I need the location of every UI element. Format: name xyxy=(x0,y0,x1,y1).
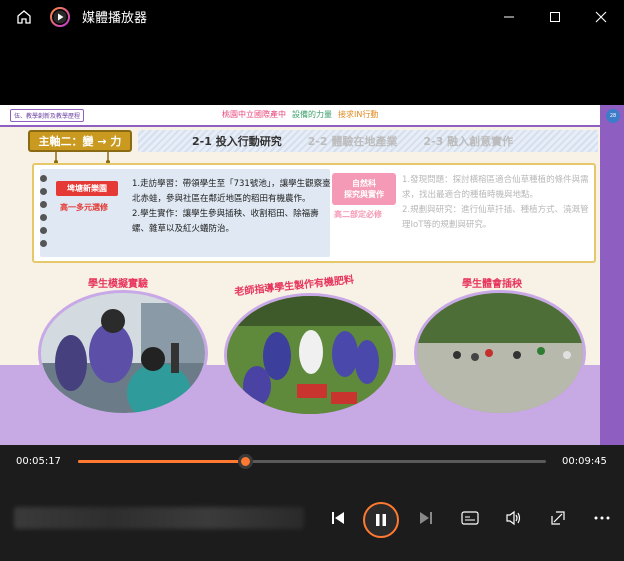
notebook-panel: 埤塘新樂園 高一多元選修 1.走訪學習：帶領學生至「731號池」，讓學生觀察臺北… xyxy=(40,169,332,257)
media-player-logo-icon xyxy=(50,6,70,27)
close-icon xyxy=(595,11,607,22)
content-box: 埤塘新樂園 高一多元選修 1.走訪學習：帶領學生至「731號池」，讓學生觀察臺北… xyxy=(32,163,596,263)
step-tab: 2-2 體驗在地產業 xyxy=(307,135,398,148)
photo-fertilizer-image xyxy=(227,296,393,414)
step-tab: 2-3 融入創意實作 xyxy=(423,135,514,148)
media-title-blurred xyxy=(14,507,304,529)
photo-organic-fertilizer xyxy=(224,293,396,417)
course-tag-secondary: 自然科 探究與實作 xyxy=(332,173,396,205)
step-tabs: 2-1 投入行動研究 2-2 體驗在地產業 2-3 融入創意實作 xyxy=(138,130,598,152)
mini-player-icon xyxy=(551,511,565,525)
binder-ring xyxy=(40,214,47,221)
pause-icon xyxy=(376,514,386,526)
photo-lab-experiment xyxy=(38,290,208,416)
photo-rice-image xyxy=(417,293,583,413)
player-controls: 00:05:17 00:09:45 xyxy=(0,445,624,561)
course-tag: 埤塘新樂園 xyxy=(56,181,118,196)
course-description-secondary: 1.發現問題：探討橫榕區適合仙草種植的條件與需求，找出最適合的種植時機與地點。 … xyxy=(402,173,592,233)
description-item: 1.走訪學習：帶領學生至「731號池」，讓學生觀察臺北赤蛙，參與社區在鄰近地區的… xyxy=(132,179,331,204)
home-icon xyxy=(17,9,31,24)
course-subtitle: 高一多元選修 xyxy=(60,203,108,212)
maximize-button[interactable] xyxy=(532,0,578,33)
more-icon xyxy=(594,516,610,520)
description-item: 2.規劃與研究：進行仙草扦插、種植方式、澆溉管理IoT等的規劃與研究。 xyxy=(402,205,589,230)
banner-part: 桃園中立國際產中 xyxy=(222,110,286,119)
title-bar: 媒體播放器 xyxy=(0,0,624,33)
previous-button[interactable] xyxy=(325,505,351,531)
home-button[interactable] xyxy=(0,0,48,33)
slide: 伍、教學創新及教學歷程 桃園中立國際產中 設備的力量 接求IN行動 主軸二：變 → … xyxy=(0,105,624,445)
photo-rice-planting xyxy=(414,290,586,416)
video-area[interactable]: 伍、教學創新及教學歷程 桃園中立國際產中 設備的力量 接求IN行動 主軸二：變 → … xyxy=(0,33,624,445)
seek-bar[interactable] xyxy=(78,454,546,469)
pause-button[interactable] xyxy=(363,502,399,538)
current-time: 00:05:17 xyxy=(16,456,61,467)
close-button[interactable] xyxy=(578,0,624,33)
window-controls xyxy=(486,0,624,33)
binder-ring xyxy=(40,227,47,234)
next-button[interactable] xyxy=(413,505,439,531)
slide-header: 伍、教學創新及教學歷程 桃園中立國際產中 設備的力量 接求IN行動 xyxy=(0,105,600,127)
minimize-icon xyxy=(504,16,514,17)
slide-page: 伍、教學創新及教學歷程 桃園中立國際產中 設備的力量 接求IN行動 主軸二：變 → … xyxy=(0,105,600,445)
banner-part: 接求IN行動 xyxy=(338,110,379,119)
seek-progress xyxy=(78,460,246,463)
total-time: 00:09:45 xyxy=(562,456,607,467)
banner-part: 設備的力量 xyxy=(292,110,332,119)
minimize-button[interactable] xyxy=(486,0,532,33)
more-button[interactable] xyxy=(589,505,615,531)
seek-thumb[interactable] xyxy=(238,454,254,469)
captions-button[interactable] xyxy=(457,505,483,531)
volume-icon xyxy=(506,510,521,526)
photo-title: 學生模擬實驗 xyxy=(88,279,148,290)
section-tag: 伍、教學創新及教學歷程 xyxy=(10,109,85,122)
course-subtitle-secondary: 高二部定必修 xyxy=(334,210,382,219)
binder-ring xyxy=(40,175,47,182)
binder-ring xyxy=(40,201,47,208)
axis-tab: 主軸二：變 → 力 xyxy=(28,130,132,152)
skip-previous-icon xyxy=(332,512,344,524)
binder-ring xyxy=(40,188,47,195)
slide-banner: 桃園中立國際產中 設備的力量 接求IN行動 xyxy=(222,109,378,120)
maximize-icon xyxy=(550,11,560,22)
photo-lab-image xyxy=(41,293,205,413)
binder-ring xyxy=(40,240,47,247)
page-badge: 28 xyxy=(606,109,620,123)
mini-player-button[interactable] xyxy=(545,505,571,531)
captions-icon xyxy=(461,511,479,525)
photo-title: 學生體會插秧 xyxy=(462,279,522,290)
tag-line: 探究與實作 xyxy=(344,190,384,199)
skip-next-icon xyxy=(420,512,432,524)
course-description: 1.走訪學習：帶領學生至「731號池」，讓學生觀察臺北赤蛙，參與社區在鄰近地區的… xyxy=(132,177,332,237)
description-item: 2.學生實作：讓學生參與插秧、收割稻田、除福壽螺、雜草以及紅火蟻防治。 xyxy=(132,209,319,234)
tag-line: 自然科 xyxy=(352,179,376,188)
window-title: 媒體播放器 xyxy=(82,11,148,26)
volume-button[interactable] xyxy=(501,505,527,531)
step-tab: 2-1 投入行動研究 xyxy=(192,135,282,148)
description-item: 1.發現問題：探討橫榕區適合仙草種植的條件與需求，找出最適合的種植時機與地點。 xyxy=(402,175,589,200)
